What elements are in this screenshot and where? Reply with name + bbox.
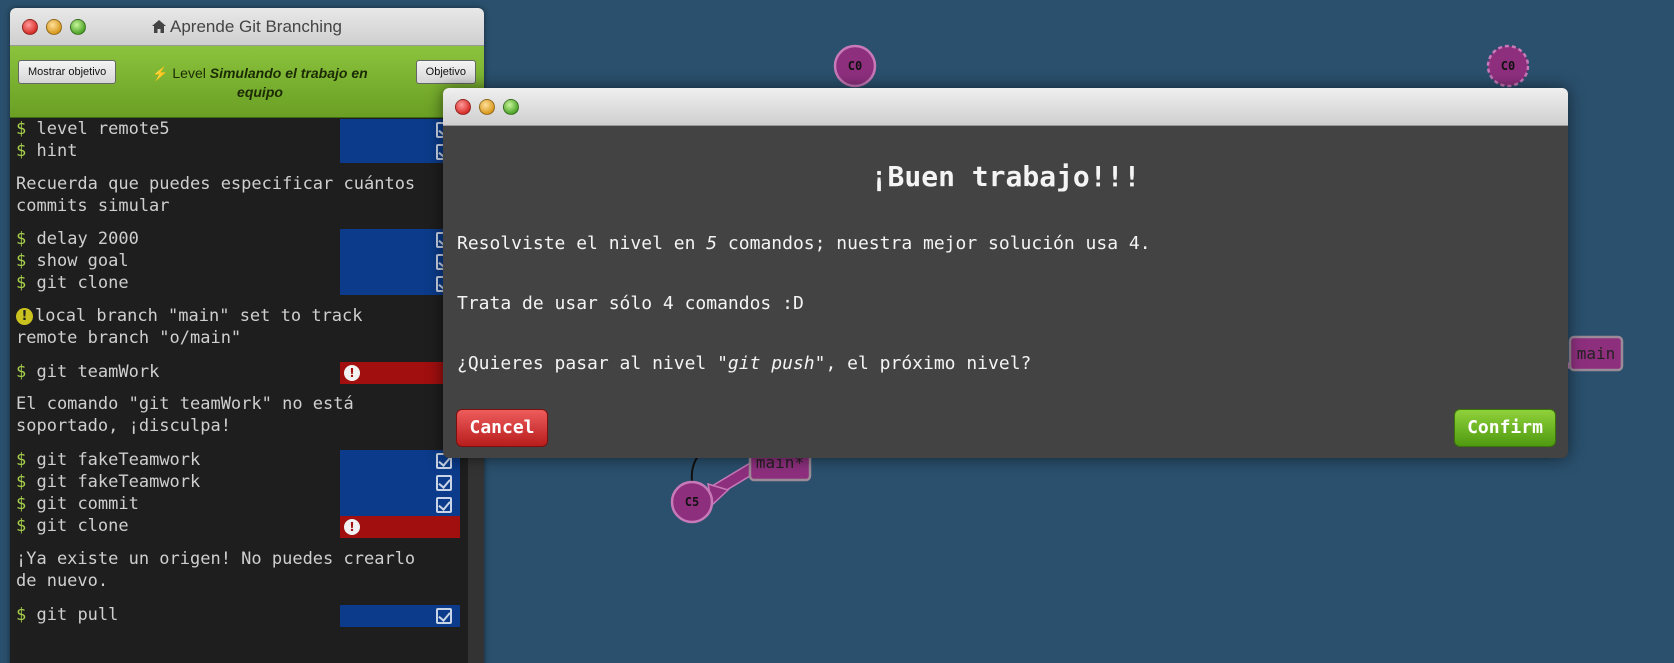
- terminal-output[interactable]: $ level remote5 $ hint Recuerda que pued…: [10, 118, 484, 663]
- command-line: $ hint: [16, 141, 78, 161]
- command-line: $ git fakeTeamwork: [16, 450, 201, 470]
- check-icon: [436, 608, 452, 624]
- command-line: $ delay 2000: [16, 229, 139, 249]
- output-text: remote branch "o/main": [16, 328, 242, 348]
- check-icon: [436, 475, 452, 491]
- output-text: de nuevo.: [16, 571, 109, 591]
- command-line: $ git commit: [16, 494, 139, 514]
- cancel-button[interactable]: Cancel: [456, 409, 548, 447]
- output-text: ! local branch "main" set to track: [16, 306, 363, 326]
- confirm-button[interactable]: Confirm: [1454, 409, 1556, 447]
- output-text: commits simular: [16, 196, 170, 216]
- output-text: ¡Ya existe un origen! No puedes crearlo: [16, 549, 416, 569]
- show-goal-button[interactable]: Mostrar objetivo: [18, 60, 117, 84]
- command-status-ok: [340, 605, 460, 627]
- commit-node-c0-right[interactable]: C0: [1486, 44, 1530, 88]
- svg-text:main: main: [1577, 344, 1616, 363]
- command-status-ok: [340, 119, 460, 141]
- dialog-next-level-text: ¿Quieres pasar al nivel "git push", el p…: [457, 353, 1032, 374]
- branch-label-main[interactable]: main: [1562, 335, 1624, 372]
- dialog-maximize-button[interactable]: [503, 99, 519, 115]
- command-status-ok: [340, 229, 460, 295]
- warning-icon: !: [344, 365, 360, 381]
- command-status-ok: [340, 141, 460, 163]
- dialog-title: ¡Buen trabajo!!!: [870, 160, 1141, 193]
- window-title: Aprende Git Branching: [10, 17, 484, 37]
- window-title-text: Aprende Git Branching: [170, 17, 342, 36]
- command-line: $ git clone: [16, 516, 129, 536]
- dialog-suggestion-text: Trata de usar sólo 4 comandos :D: [457, 293, 804, 314]
- command-line: $ git teamWork: [16, 362, 160, 382]
- command-status-ok: [340, 450, 460, 516]
- level-toolbar: Mostrar objetivo ⚡ Level Simulando el tr…: [10, 46, 484, 118]
- terminal-window: Aprende Git Branching Mostrar objetivo ⚡…: [10, 8, 484, 663]
- command-line: $ git fakeTeamwork: [16, 472, 201, 492]
- svg-text:C0: C0: [1501, 59, 1515, 73]
- output-text: soportado, ¡disculpa!: [16, 416, 231, 436]
- output-text: El comando "git teamWork" no está: [16, 394, 354, 414]
- commit-node-c0-left[interactable]: C0: [833, 44, 877, 88]
- output-text: Recuerda que puedes especificar cuántos: [16, 174, 416, 194]
- warning-icon: !: [344, 519, 360, 535]
- dialog-result-text: Resolviste el nivel en 5 comandos; nuest…: [457, 233, 1151, 254]
- level-name: Simulando el trabajo en equipo: [209, 65, 368, 100]
- dialog-close-button[interactable]: [455, 99, 471, 115]
- info-icon: !: [16, 308, 33, 325]
- command-line: $ level remote5: [16, 119, 170, 139]
- terminal-titlebar: Aprende Git Branching: [10, 8, 484, 46]
- level-complete-dialog: ¡Buen trabajo!!! Resolviste el nivel en …: [443, 88, 1568, 458]
- check-icon: [436, 497, 452, 513]
- command-status-error: !: [340, 516, 460, 538]
- level-prefix: Level: [172, 65, 206, 81]
- level-info: ⚡ Level Simulando el trabajo en equipo: [130, 64, 390, 101]
- bolt-icon: ⚡: [152, 66, 169, 81]
- dialog-minimize-button[interactable]: [479, 99, 495, 115]
- svg-text:C0: C0: [848, 59, 862, 73]
- dialog-window-controls: [455, 99, 519, 115]
- commit-node-c5[interactable]: C5: [670, 480, 714, 524]
- command-line: $ git pull: [16, 605, 119, 625]
- command-line: $ git clone: [16, 273, 129, 293]
- objective-button[interactable]: Objetivo: [415, 60, 476, 84]
- command-line: $ show goal: [16, 251, 129, 271]
- command-status-error: !: [340, 362, 460, 384]
- home-icon: [152, 18, 166, 33]
- svg-text:C5: C5: [685, 495, 699, 509]
- dialog-titlebar: [443, 88, 1568, 126]
